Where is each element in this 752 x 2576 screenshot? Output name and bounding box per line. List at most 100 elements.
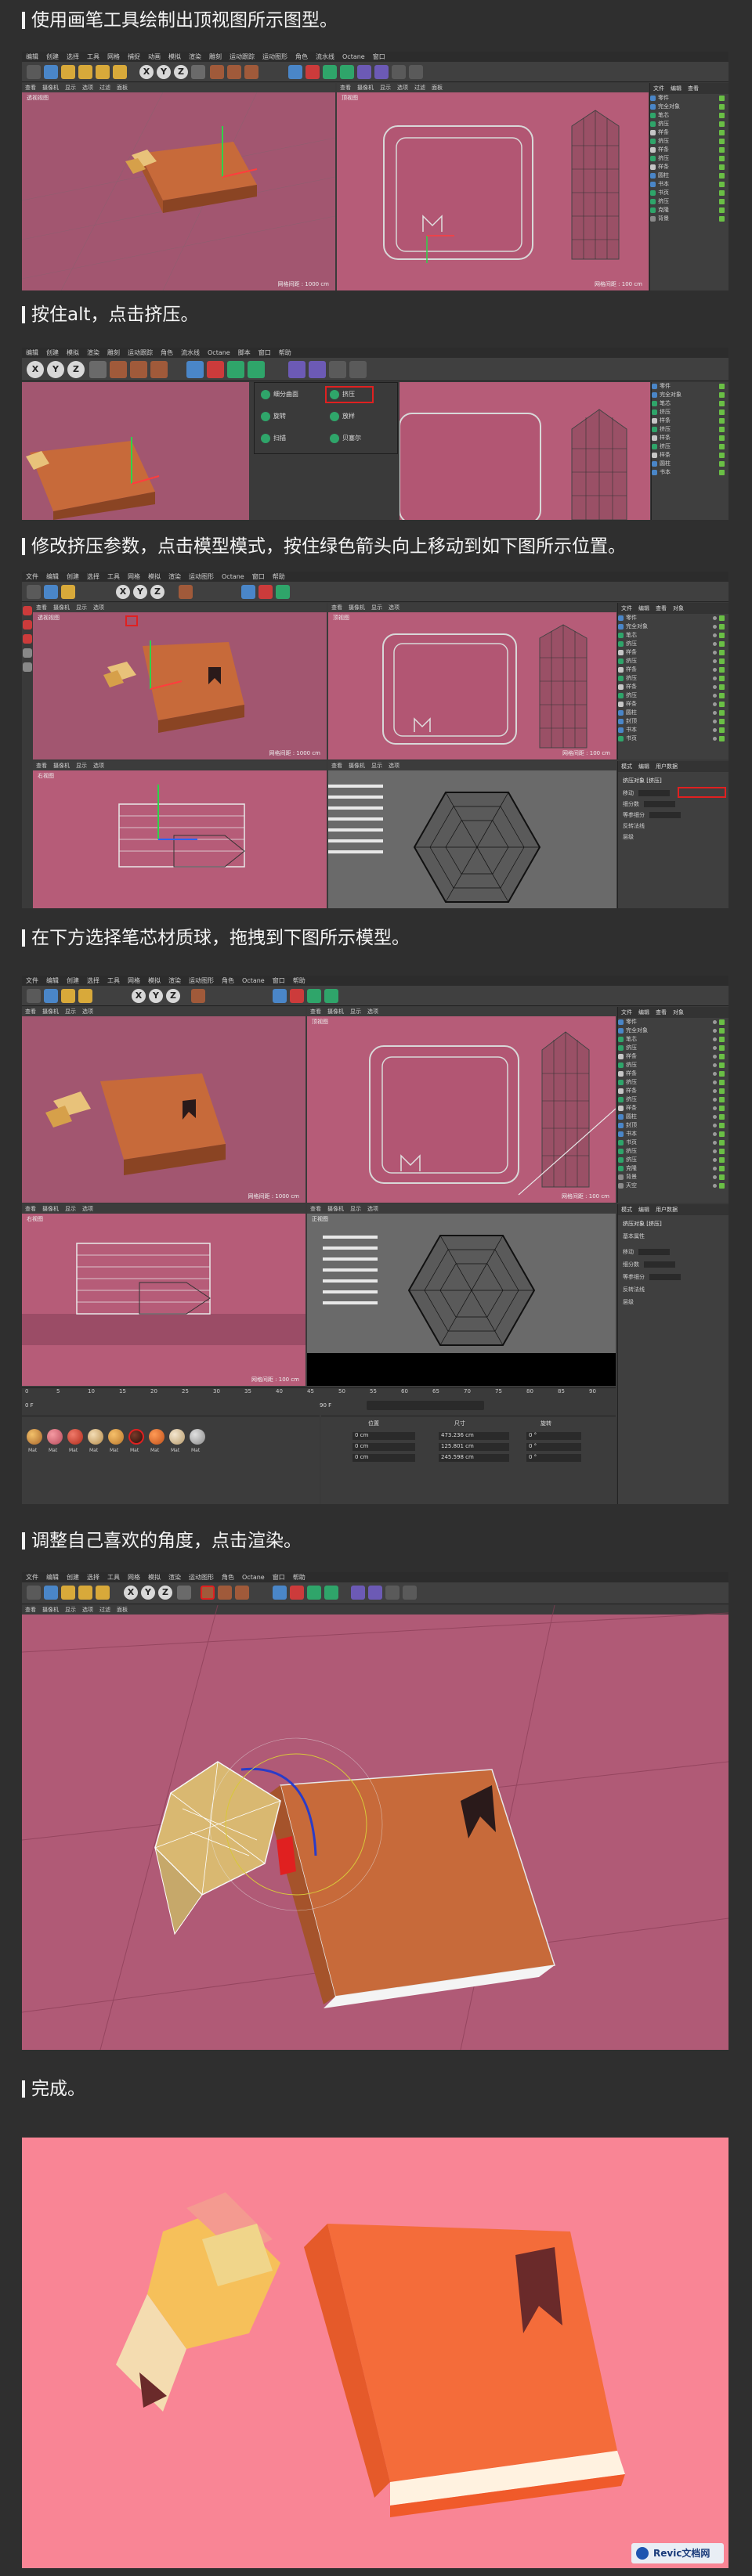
nurbs-icon[interactable] [307, 989, 321, 1003]
cube-icon[interactable] [241, 585, 255, 599]
points-mode-icon[interactable] [23, 620, 32, 630]
material-ball[interactable] [149, 1429, 164, 1445]
select-icon[interactable] [44, 1586, 58, 1600]
object-row[interactable]: 封顶 [618, 717, 728, 726]
object-row[interactable]: 挤压 [652, 408, 728, 417]
perspective-viewport[interactable]: 查看 摄像机 显示 选项 网格间距 : 1000 cm [22, 1007, 306, 1203]
coord-icon[interactable] [177, 1586, 191, 1600]
object-row[interactable]: 书本 [618, 1130, 728, 1138]
object-row[interactable]: 挤压 [652, 442, 728, 451]
z-axis-icon[interactable]: Z [158, 1586, 172, 1600]
object-row[interactable]: 背景 [650, 215, 728, 223]
top-viewport[interactable]: 查看 摄像机 显示 选项 顶视图 网格间距 : 100 cm [328, 603, 616, 759]
material-ball[interactable] [169, 1429, 185, 1445]
object-row[interactable]: 样条 [650, 128, 728, 137]
object-row[interactable]: 样条 [618, 700, 728, 709]
object-row[interactable]: 样条 [618, 666, 728, 674]
move-icon[interactable] [61, 65, 75, 79]
select-icon[interactable] [44, 585, 58, 599]
object-row[interactable]: 书页 [650, 189, 728, 197]
model-mode-icon[interactable] [23, 606, 32, 615]
playback-controls[interactable] [367, 1401, 484, 1410]
object-row[interactable]: 挤压 [618, 691, 728, 700]
scene-icon[interactable] [374, 65, 389, 79]
object-row[interactable]: 挤压 [618, 1044, 728, 1052]
nurbs-icon[interactable] [323, 65, 337, 79]
rot-b[interactable]: 0 ° [526, 1454, 581, 1462]
light-icon[interactable] [349, 361, 367, 378]
y-axis-icon[interactable]: Y [157, 65, 171, 79]
deformer-icon[interactable] [288, 361, 306, 378]
object-row[interactable]: 样条 [650, 146, 728, 154]
pen-icon[interactable] [306, 65, 320, 79]
popup-item-sweep[interactable]: 扫描 [261, 433, 286, 444]
object-row[interactable]: 样条 [618, 683, 728, 691]
object-row[interactable]: 完全对象 [652, 391, 728, 399]
object-row[interactable]: 笔芯 [618, 1035, 728, 1044]
array-icon[interactable] [340, 65, 354, 79]
size-y[interactable]: 125.801 cm [439, 1443, 509, 1451]
render-settings-icon[interactable] [244, 65, 258, 79]
object-row[interactable]: 零件 [650, 94, 728, 103]
render-icon[interactable] [191, 989, 205, 1003]
object-row[interactable]: 书本 [650, 180, 728, 189]
pen-icon[interactable] [290, 1586, 304, 1600]
object-row[interactable]: 挤压 [650, 197, 728, 206]
top-viewport[interactable]: 查看 摄像机 显示 选项 顶视图 网格间距 : 100 cm [307, 1007, 616, 1203]
z-axis-icon[interactable]: Z [67, 361, 85, 378]
perspective-viewport[interactable] [22, 382, 249, 520]
pos-x[interactable]: 0 cm [352, 1432, 415, 1440]
attribute-row-hierarchy[interactable]: 层级 [623, 833, 634, 841]
render-view-icon[interactable] [218, 1586, 232, 1600]
material-ball[interactable] [27, 1429, 42, 1445]
render-icon[interactable] [201, 1586, 215, 1600]
snap-icon[interactable] [23, 662, 32, 672]
object-row[interactable]: 挤压 [652, 425, 728, 434]
render-view-icon[interactable] [130, 361, 147, 378]
x-axis-icon[interactable]: X [124, 1586, 138, 1600]
edges-mode-icon[interactable] [23, 634, 32, 644]
undo-icon[interactable] [27, 65, 41, 79]
y-axis-icon[interactable]: Y [149, 989, 163, 1003]
object-row[interactable]: 挤压 [618, 640, 728, 648]
object-row[interactable]: 封顶 [618, 1121, 728, 1130]
scale-icon[interactable] [78, 989, 92, 1003]
select-icon[interactable] [44, 989, 58, 1003]
object-row[interactable]: 书页 [618, 734, 728, 743]
attribute-row-move[interactable]: 移动 [623, 789, 670, 797]
object-row[interactable]: 挤压 [618, 674, 728, 683]
timeline[interactable]: 0 5 10 15 20 25 30 35 40 45 50 55 60 65 … [22, 1387, 616, 1414]
add-icon[interactable] [113, 65, 127, 79]
attribute-row-subdivision[interactable]: 细分数 [623, 800, 675, 808]
rotate-icon[interactable] [96, 1586, 110, 1600]
x-axis-icon[interactable]: X [132, 989, 146, 1003]
object-row[interactable]: 样条 [618, 1104, 728, 1113]
top-viewport[interactable]: 查看 摄像机 显示 选项 过滤 面板 顶视图 网格间距 : 100 cm [337, 83, 649, 290]
cube-icon[interactable] [273, 1586, 287, 1600]
pen-icon[interactable] [290, 989, 304, 1003]
undo-icon[interactable] [27, 585, 41, 599]
select-icon[interactable] [44, 65, 58, 79]
object-row[interactable]: 圆柱 [650, 171, 728, 180]
object-row[interactable]: 圆柱 [652, 460, 728, 468]
camera-icon[interactable] [392, 65, 406, 79]
move-icon[interactable] [61, 989, 75, 1003]
right-viewport[interactable]: 查看 摄像机 显示 选项 右视图 网格间距 : 100 cm [22, 1204, 306, 1386]
deformer-icon[interactable] [357, 65, 371, 79]
cube-icon[interactable] [288, 65, 302, 79]
object-row[interactable]: 样条 [618, 1087, 728, 1095]
object-row[interactable]: 挤压 [618, 1095, 728, 1104]
rot-h[interactable]: 0 ° [526, 1432, 581, 1440]
popup-item-loft[interactable]: 放样 [330, 411, 355, 422]
rot-p[interactable]: 0 ° [526, 1443, 581, 1451]
popup-item-lathe[interactable]: 旋转 [261, 411, 286, 422]
coord-icon[interactable] [89, 361, 107, 378]
pos-z[interactable]: 0 cm [352, 1454, 415, 1462]
render-settings-icon[interactable] [235, 1586, 249, 1600]
popup-item-subdivision[interactable]: 细分曲面 [261, 389, 298, 400]
object-row[interactable]: 挤压 [618, 1078, 728, 1087]
light-icon[interactable] [403, 1586, 417, 1600]
object-row[interactable]: 克隆 [650, 206, 728, 215]
attribute-row-move[interactable]: 移动 [623, 1248, 670, 1256]
material-ball[interactable] [108, 1429, 124, 1445]
